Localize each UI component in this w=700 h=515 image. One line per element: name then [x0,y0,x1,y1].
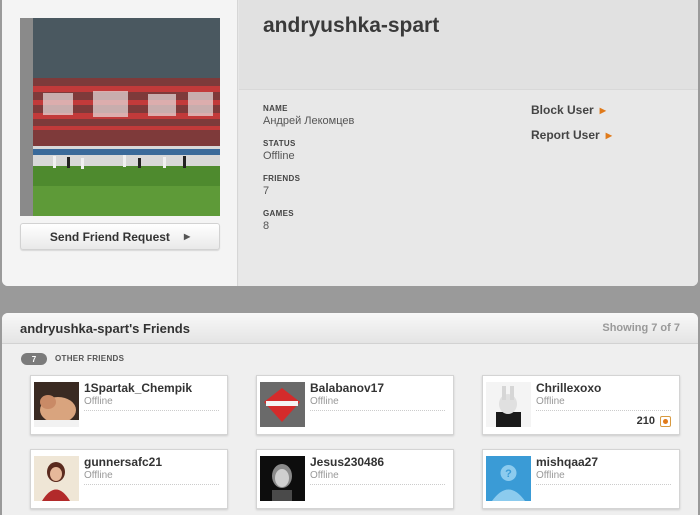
friend-avatar [260,456,305,501]
friend-status: Offline [310,396,339,407]
name-field: NAME Андрей Лекомцев [263,104,463,127]
name-value: Андрей Лекомцев [263,115,355,127]
divider [536,484,671,485]
default-avatar-icon: ? [486,456,531,501]
name-label: NAME [263,104,288,113]
friends-panel: andryushka-spart's Friends Showing 7 of … [2,313,698,515]
friend-name[interactable]: mishqaa27 [536,455,598,469]
status-field: STATUS Offline [263,139,463,162]
friend-status: Offline [84,470,113,481]
divider [84,410,219,411]
showing-count: Showing 7 of 7 [602,322,680,334]
games-value: 8 [263,220,270,232]
triangle-right-icon: ▶ [183,232,191,241]
games-label: GAMES [263,209,294,218]
profile-right-column: andryushka-spart NAME Андрей Лекомцев ST… [239,0,698,286]
divider [84,484,219,485]
friend-avatar [34,456,79,501]
status-label: STATUS [263,139,296,148]
friend-card[interactable]: Chrillexoxo Offline 210 [482,375,680,435]
friend-name[interactable]: Chrillexoxo [536,381,601,395]
friends-count-field: FRIENDS 7 [263,174,463,197]
friend-card[interactable]: 1Spartak_Chempik Offline [30,375,228,435]
divider [310,484,445,485]
other-friends-label: OTHER FRIENDS [55,354,125,363]
page-title: andryushka-spart [263,14,440,37]
friends-value: 7 [263,185,270,197]
orange-triangle-right-icon: ▶ [599,105,606,115]
friend-name[interactable]: 1Spartak_Chempik [84,381,192,395]
orange-triangle-right-icon: ▶ [605,130,612,140]
profile-avatar-image [33,18,220,216]
profile-header: andryushka-spart [239,0,698,90]
friend-card[interactable]: Jesus230486 Offline [256,449,454,509]
games-count-field: GAMES 8 [263,209,463,232]
friend-card[interactable]: gunnersafc21 Offline [30,449,228,509]
block-user-link[interactable]: Block User ▶ [531,103,606,117]
friend-avatar [34,382,79,427]
send-friend-request-button[interactable]: Send Friend Request ▶ [20,223,220,250]
send-friend-request-label: Send Friend Request [49,229,170,244]
friend-card[interactable]: Balabanov17 Offline [256,375,454,435]
friend-avatar [486,382,531,427]
friend-name[interactable]: Balabanov17 [310,381,384,395]
friends-header: andryushka-spart's Friends Showing 7 of … [2,313,698,344]
status-value: Offline [263,150,295,162]
friends-section-title: andryushka-spart's Friends [20,321,190,336]
friend-card[interactable]: ? mishqaa27 Offline [482,449,680,509]
svg-text:?: ? [505,468,512,480]
friend-status: Offline [536,396,565,407]
friend-points: 210 [636,415,655,427]
report-user-label: Report User [531,128,600,142]
friend-status: Offline [536,470,565,481]
friend-avatar [260,382,305,427]
friend-name[interactable]: gunnersafc21 [84,455,162,469]
divider [310,410,445,411]
friend-name[interactable]: Jesus230486 [310,455,384,469]
friends-count-badge: 7 [21,353,47,365]
block-user-label: Block User [531,103,594,117]
friend-status: Offline [84,396,113,407]
report-user-link[interactable]: Report User ▶ [531,128,612,142]
profile-avatar [20,18,220,216]
points-badge-icon [660,416,671,427]
friends-label: FRIENDS [263,174,301,183]
profile-panel: Send Friend Request ▶ andryushka-spart N… [2,0,698,286]
divider [536,410,671,411]
profile-left-column: Send Friend Request ▶ [2,0,238,286]
friend-status: Offline [310,470,339,481]
